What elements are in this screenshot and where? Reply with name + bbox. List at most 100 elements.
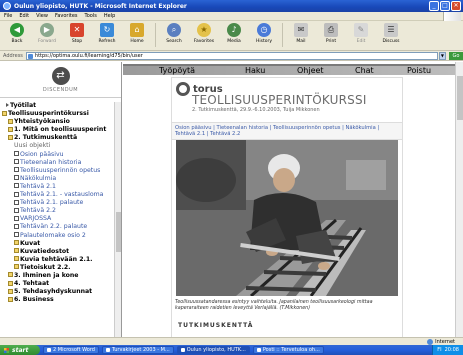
star-icon: ★ (197, 23, 211, 37)
print-button[interactable]: ⎙ Print (318, 23, 344, 44)
tree-item[interactable]: Tehtävän 2.2. palaute (2, 223, 114, 231)
tree-item-label: 4. Tehtaat (14, 280, 50, 288)
ie-icon (256, 348, 261, 352)
tree-item[interactable]: 4. Tehtaat (2, 280, 114, 288)
tree-item-label: 2. Tutkimuskenttä (14, 134, 78, 142)
photo-illustration (176, 140, 398, 296)
discuss-button[interactable]: ☰ Discuss (378, 23, 404, 44)
main-scrollbar[interactable] (455, 62, 463, 345)
tree-item[interactable]: Tieteenalan historia (2, 159, 114, 167)
media-button[interactable]: ♪ Media (221, 23, 247, 44)
nav-logout[interactable]: Poistu (407, 66, 431, 75)
tree-item-label: Tehtävä 2.1 (20, 182, 56, 190)
ie-icon (3, 2, 11, 10)
tree-item[interactable]: Näkökulmia (2, 175, 114, 183)
tree-item-label: Kuvat (20, 239, 41, 247)
menu-help[interactable]: Help (104, 13, 115, 19)
minimize-button[interactable]: _ (429, 1, 439, 11)
taskbar-task-ie[interactable]: Oulun yliopisto, HUTK... (176, 346, 250, 354)
menu-edit[interactable]: Edit (19, 13, 29, 19)
expand-arrow-icon (6, 103, 9, 107)
document-icon (14, 215, 19, 221)
tree-item[interactable]: Kuvia tehtävään 2.1. (2, 256, 114, 264)
edit-button[interactable]: ✎ Edit (348, 23, 374, 44)
window-titlebar[interactable]: Oulun yliopisto, HUTK - Microsoft Intern… (0, 0, 463, 12)
menu-file[interactable]: File (4, 13, 12, 19)
window-title: Oulun yliopisto, HUTK - Microsoft Intern… (14, 2, 187, 10)
document-icon (14, 167, 19, 173)
left-scrollbar[interactable] (114, 102, 121, 345)
go-button[interactable]: Go (448, 51, 463, 60)
torus-logo-icon (176, 82, 190, 96)
tree-item-label: Tehtävä 2.1. - vastausloma (20, 191, 104, 199)
discuss-icon: ☰ (384, 23, 398, 37)
folder-icon (8, 272, 13, 278)
tree-item[interactable]: Tietoiskut 2.2. (2, 264, 114, 272)
tree-item[interactable]: 5. Tehdasyhdyskunnat (2, 288, 114, 296)
refresh-button[interactable]: ↻ Refresh (94, 23, 120, 44)
tree-item[interactable]: Teollisuusperintökurssi (2, 110, 114, 118)
nav-workspace[interactable]: Työpöytä (159, 66, 245, 75)
back-arrow-icon: ◀ (10, 23, 24, 37)
forward-button[interactable]: ▶ Forward (34, 23, 60, 44)
menu-tools[interactable]: Tools (85, 13, 97, 19)
tree-item[interactable]: Teollisuusperinnön opetus (2, 167, 114, 175)
tree-item[interactable]: Yhteistyökansio (2, 118, 114, 126)
start-button[interactable]: start (0, 345, 40, 355)
tree-item[interactable]: Tehtävä 2.2 (2, 207, 114, 215)
address-input[interactable]: https://optima.oulu.fi/learning/d75/bin/… (25, 51, 438, 60)
tree-item[interactable]: 6. Business (2, 296, 114, 304)
system-tray: FI 20:08 (432, 345, 463, 355)
tree-item[interactable]: Tehtävä 2.1. - vastausloma (2, 191, 114, 199)
tree-item[interactable]: Palautelomake osio 2 (2, 232, 114, 240)
page-subtitle: 2. Tutkimuskenttä, 29.9.-6.10.2003, Tuij… (192, 107, 320, 113)
toolbar-separator (282, 23, 283, 47)
menu-view[interactable]: View (36, 13, 48, 19)
tree-item[interactable]: Uusi objekti (2, 142, 114, 150)
main-scrollbar-thumb[interactable] (457, 76, 463, 120)
nav-help[interactable]: Ohjeet (297, 66, 355, 75)
section-links[interactable]: Osion pääsivu | Tieteenalan historia | T… (172, 122, 402, 140)
tree-item[interactable]: Tehtävä 2.1 (2, 183, 114, 191)
back-button[interactable]: ◀ Back (4, 23, 30, 44)
left-scrollbar-thumb[interactable] (116, 212, 121, 252)
address-dropdown-icon[interactable]: ▼ (438, 51, 446, 60)
favorites-button[interactable]: ★ Favorites (191, 23, 217, 44)
history-button[interactable]: ◷ History (251, 23, 277, 44)
tree-item[interactable]: 1. Mitä on teollisuusperint (2, 126, 114, 134)
tree-item[interactable]: Kuvatiedostot (2, 248, 114, 256)
taskbar: start 2 Microsoft Word Turvakirjeet 2003… (0, 345, 463, 355)
nav-search[interactable]: Haku (245, 66, 297, 75)
menu-favorites[interactable]: Favorites (55, 13, 78, 19)
tree-item[interactable]: 2. Tutkimuskenttä (2, 134, 114, 142)
taskbar-task-posti[interactable]: Posti :: Tervetuloa oh... (252, 346, 324, 354)
folder-icon (8, 288, 13, 294)
taskbar-task-word[interactable]: 2 Microsoft Word (43, 346, 99, 354)
mail-button[interactable]: ✉ Mail (288, 23, 314, 44)
language-indicator[interactable]: FI (437, 347, 441, 353)
page-header: torus TEOLLISUUSPERINTÖKURSSI 2. Tutkimu… (172, 78, 402, 118)
tree-item-label: Näkökulmia (20, 174, 57, 182)
tree-item-label: Uusi objekti (14, 142, 51, 150)
nav-chat[interactable]: Chat (355, 66, 407, 75)
folder-icon (8, 134, 13, 140)
home-button[interactable]: ⌂ Home (124, 23, 150, 44)
tree-item[interactable]: Tehtävä 2.1. palaute (2, 199, 114, 207)
tree-item[interactable]: Työtilat (2, 102, 114, 110)
tree-item-label: Osion pääsivu (20, 150, 64, 158)
tree-item[interactable]: Osion pääsivu (2, 151, 114, 159)
tree-item[interactable]: VARJOSSA (2, 215, 114, 223)
tree-item[interactable]: 3. Ihminen ja kone (2, 272, 114, 280)
search-button[interactable]: ⌕ Search (161, 23, 187, 44)
document-icon (14, 175, 19, 181)
document-icon (14, 207, 19, 213)
address-label: Address (3, 52, 23, 59)
maximize-button[interactable]: □ (440, 1, 450, 11)
stop-button[interactable]: ✕ Stop (64, 23, 90, 44)
taskbar-task-mail[interactable]: Turvakirjeet 2003 - M... (101, 346, 174, 354)
close-button[interactable]: ✕ (451, 1, 461, 11)
folder-icon (8, 118, 13, 124)
tree-item[interactable]: Kuvat (2, 240, 114, 248)
railway-measurement-photo (176, 140, 398, 296)
folder-icon (14, 248, 19, 254)
